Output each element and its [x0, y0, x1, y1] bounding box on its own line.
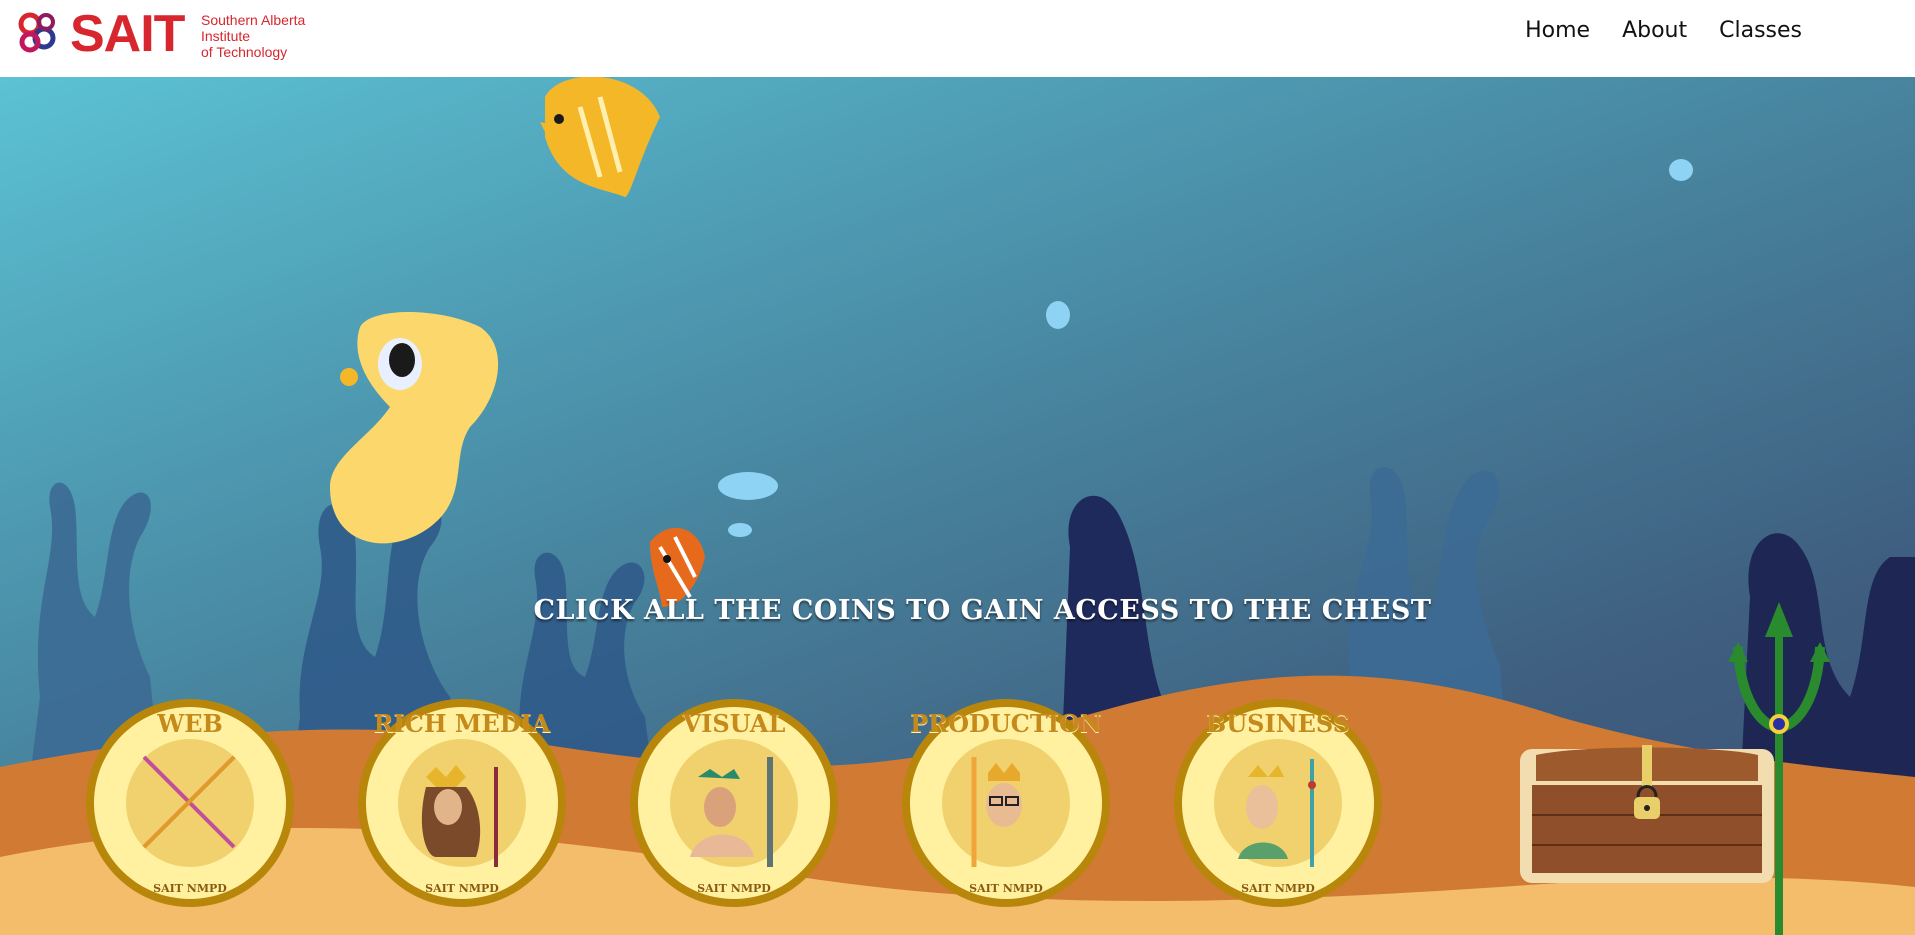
- bubble-icon: [718, 472, 778, 500]
- bubble-icon: [728, 523, 752, 537]
- coin-subtitle: SAIT NMPD: [425, 882, 499, 895]
- seahorse-icon: [330, 312, 499, 544]
- site-header: SAIT Southern Alberta Institute of Techn…: [0, 0, 1915, 77]
- brand-subtitle: Southern Alberta Institute of Technology: [201, 12, 306, 60]
- bubble-icon: [1669, 159, 1693, 181]
- locked-chest-icon: [1520, 745, 1774, 883]
- coin-title: PRODUCTION: [910, 709, 1102, 738]
- coin-rich-media[interactable]: RICH MEDIA SAIT NMPD: [356, 697, 568, 909]
- bubble-icon: [1046, 301, 1070, 329]
- nav-home[interactable]: Home: [1509, 18, 1606, 43]
- coin-production[interactable]: PRODUCTION SAIT NMPD: [900, 697, 1112, 909]
- coin-web[interactable]: WEB SAIT NMPD: [84, 697, 296, 909]
- coin-business[interactable]: BUSINESS SAIT NMPD: [1172, 697, 1384, 909]
- sait-logo[interactable]: SAIT Southern Alberta Institute of Techn…: [14, 5, 324, 63]
- coin-subtitle: SAIT NMPD: [697, 882, 771, 895]
- treasure-chest[interactable]: [1520, 745, 1774, 883]
- main-nav: Home About Classes: [1509, 18, 1818, 43]
- coin-subtitle: SAIT NMPD: [969, 882, 1043, 895]
- coin-title: WEB: [157, 709, 223, 738]
- yellow-fish-icon: [540, 77, 660, 197]
- game-instruction: CLICK ALL THE COINS TO GAIN ACCESS TO TH…: [533, 595, 1432, 626]
- underwater-scene: CLICK ALL THE COINS TO GAIN ACCESS TO TH…: [0, 77, 1915, 935]
- coin-title: RICH MEDIA: [373, 709, 551, 738]
- nav-about[interactable]: About: [1606, 18, 1703, 43]
- coin-title: BUSINESS: [1205, 709, 1351, 738]
- coin-visual[interactable]: VISUAL SAIT NMPD: [628, 697, 840, 909]
- brand-name: SAIT: [70, 5, 185, 63]
- coin-title: VISUAL: [682, 709, 786, 738]
- coin-subtitle: SAIT NMPD: [1241, 882, 1315, 895]
- sait-logo-mark-icon: [18, 12, 56, 53]
- coin-subtitle: SAIT NMPD: [153, 882, 227, 895]
- nav-classes[interactable]: Classes: [1703, 18, 1818, 43]
